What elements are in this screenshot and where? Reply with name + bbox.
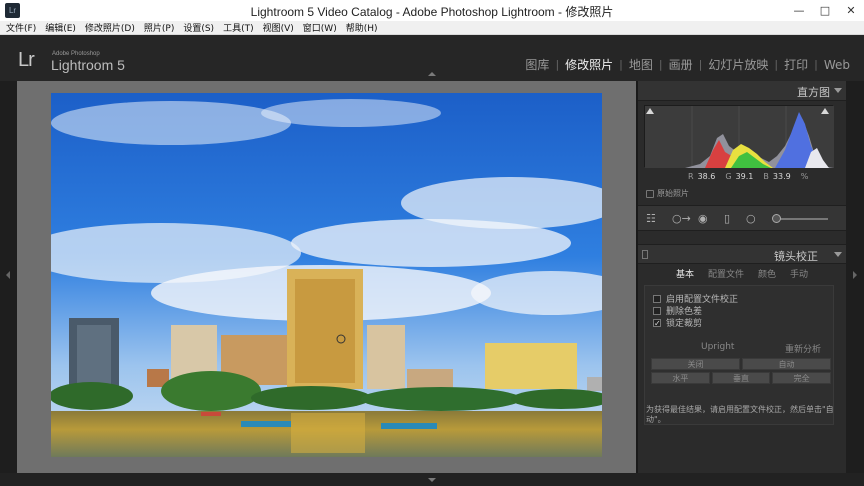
- histogram-title: 直方图: [797, 86, 830, 99]
- photo-preview[interactable]: [51, 93, 602, 457]
- b-value: 33.9: [772, 172, 791, 181]
- menu-file[interactable]: 文件(F): [6, 21, 36, 34]
- minimize-icon[interactable]: —: [786, 0, 812, 21]
- close-icon[interactable]: ✕: [838, 0, 864, 21]
- upright-auto-button[interactable]: 自动: [742, 358, 831, 370]
- menu-view[interactable]: 视图(V): [263, 21, 294, 34]
- module-develop[interactable]: 修改照片: [559, 56, 619, 73]
- upright-hint-text: 为获得最佳结果，请启用配置文件校正，然后单击"自动"。: [646, 405, 834, 424]
- original-photo-toggle[interactable]: 原始照片: [646, 188, 689, 199]
- g-label: G: [725, 172, 732, 181]
- original-photo-checkbox[interactable]: [646, 189, 654, 198]
- right-panel: 直方图 R 38.6 G 39.1 B 33.9 % 原始照片 ☷ ○→ ◉ ▯…: [638, 81, 846, 473]
- module-slideshow[interactable]: 幻灯片放映: [702, 56, 774, 73]
- maximize-icon[interactable]: □: [812, 0, 838, 21]
- rgb-readout: R 38.6 G 39.1 B 33.9 %: [688, 172, 808, 181]
- upright-full-button[interactable]: 完全: [772, 372, 832, 384]
- r-label: R: [688, 172, 694, 181]
- menu-photo[interactable]: 照片(P): [144, 21, 174, 34]
- menu-tools[interactable]: 工具(T): [223, 21, 254, 34]
- filmstrip-collapsed[interactable]: [0, 473, 864, 486]
- r-value: 38.6: [697, 172, 716, 181]
- upright-row-1: 关闭 自动: [651, 358, 831, 370]
- collapse-right-icon[interactable]: [853, 271, 857, 279]
- upright-vertical-button[interactable]: 垂直: [711, 372, 771, 384]
- b-label: B: [763, 172, 769, 181]
- remove-ca-checkbox[interactable]: [653, 306, 661, 315]
- original-photo-label: 原始照片: [657, 189, 689, 198]
- adjustment-brush-slider[interactable]: [774, 218, 828, 220]
- shadow-clipping-icon[interactable]: [646, 108, 654, 114]
- constrain-crop-label: 锁定裁剪: [666, 319, 703, 329]
- lens-correction-basic: 启用配置文件校正 删除色差 ✓ 锁定裁剪 Upright 重新分析 关闭 自动 …: [644, 285, 834, 425]
- highlight-clipping-icon[interactable]: [821, 108, 829, 114]
- collapse-triangle-icon[interactable]: [834, 252, 842, 257]
- radial-filter-icon[interactable]: ○: [746, 212, 756, 225]
- module-library[interactable]: 图库: [519, 56, 555, 73]
- histogram-header[interactable]: 直方图: [638, 81, 846, 101]
- module-bar: Lr Adobe Photoshop Lightroom 5 图库 | 修改照片…: [0, 35, 864, 81]
- menu-edit[interactable]: 编辑(E): [45, 21, 76, 34]
- tab-manual[interactable]: 手动: [790, 267, 808, 283]
- module-web[interactable]: Web: [818, 58, 856, 72]
- tab-profile[interactable]: 配置文件: [708, 267, 744, 283]
- product-name: Lightroom 5: [51, 57, 125, 73]
- collapse-top-icon[interactable]: [428, 72, 436, 76]
- adjustment-brush-icon[interactable]: [772, 214, 781, 223]
- module-book[interactable]: 画册: [663, 56, 699, 73]
- spot-removal-icon[interactable]: ○→: [672, 212, 691, 225]
- upright-off-button[interactable]: 关闭: [651, 358, 740, 370]
- image-canvas[interactable]: [17, 81, 636, 473]
- percent-sign: %: [800, 172, 809, 181]
- module-map[interactable]: 地图: [623, 56, 659, 73]
- crop-overlay-icon[interactable]: ☷: [646, 212, 656, 225]
- reanalyze-button[interactable]: 重新分析: [785, 342, 821, 355]
- menu-help[interactable]: 帮助(H): [346, 21, 378, 34]
- upright-label: Upright: [701, 342, 735, 352]
- lr-logo: Lr: [18, 49, 35, 71]
- menu-develop[interactable]: 修改照片(D): [85, 21, 135, 34]
- histogram-graph: [645, 106, 834, 168]
- constrain-crop-checkbox[interactable]: ✓: [653, 318, 661, 327]
- module-picker: 图库 | 修改照片 | 地图 | 画册 | 幻灯片放映 | 打印 | Web: [519, 56, 856, 73]
- panel-switch-icon[interactable]: [642, 250, 648, 259]
- graduated-filter-icon[interactable]: ▯: [724, 212, 730, 225]
- lens-correction-header[interactable]: 镜头校正: [638, 244, 846, 264]
- tool-strip: ☷ ○→ ◉ ▯ ○: [638, 205, 846, 231]
- upright-level-button[interactable]: 水平: [651, 372, 710, 384]
- collapse-triangle-icon[interactable]: [834, 88, 842, 93]
- upright-row-2: 水平 垂直 完全: [651, 372, 832, 384]
- menu-settings[interactable]: 设置(S): [183, 21, 214, 34]
- lens-correction-tabs: 基本 配置文件 颜色 手动: [638, 267, 846, 283]
- red-eye-icon[interactable]: ◉: [698, 212, 708, 225]
- window-title: Lightroom 5 Video Catalog - Adobe Photos…: [250, 5, 614, 19]
- lens-correction-title: 镜头校正: [774, 250, 818, 263]
- title-bar: Lr Lightroom 5 Video Catalog - Adobe Pho…: [0, 0, 864, 21]
- right-panel-edge[interactable]: [846, 81, 864, 473]
- tab-basic[interactable]: 基本: [676, 267, 694, 283]
- g-value: 39.1: [735, 172, 754, 181]
- menu-window[interactable]: 窗口(W): [303, 21, 337, 34]
- enable-profile-checkbox[interactable]: [653, 294, 661, 303]
- cityscape-photo: [51, 93, 602, 457]
- window-controls: — □ ✕: [786, 0, 864, 21]
- histogram-display[interactable]: [644, 105, 834, 168]
- tab-color[interactable]: 颜色: [758, 267, 776, 283]
- menu-bar: 文件(F) 编辑(E) 修改照片(D) 照片(P) 设置(S) 工具(T) 视图…: [0, 21, 864, 35]
- module-print[interactable]: 打印: [778, 56, 814, 73]
- expand-left-icon[interactable]: [6, 271, 10, 279]
- expand-filmstrip-icon[interactable]: [428, 478, 436, 482]
- constrain-crop[interactable]: ✓ 锁定裁剪: [653, 316, 702, 329]
- left-panel-collapsed[interactable]: [0, 81, 17, 473]
